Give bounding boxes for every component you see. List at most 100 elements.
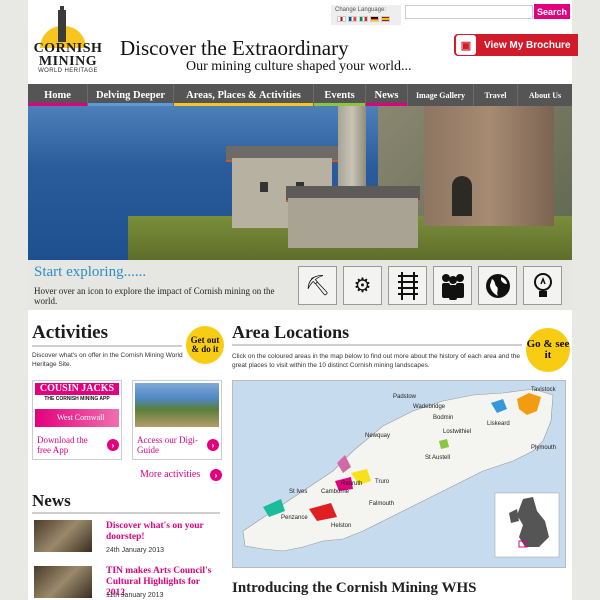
area-locations-heading: Area Locations xyxy=(232,322,350,342)
news-date: 24th January 2013 xyxy=(106,547,164,554)
map-label: Plymouth xyxy=(531,445,556,451)
railway-track-icon[interactable] xyxy=(388,266,427,305)
brochure-label: View My Brochure xyxy=(484,39,571,51)
hero-ruin-arch xyxy=(452,176,472,216)
flag-es-icon[interactable] xyxy=(381,16,390,22)
nav-about-us[interactable]: About Us xyxy=(518,84,572,106)
flag-en-icon[interactable] xyxy=(337,16,346,22)
map-label: Penzance xyxy=(281,515,308,521)
map-label: Truro xyxy=(375,479,390,485)
nav-home-label: Home xyxy=(44,89,71,101)
people-icon[interactable] xyxy=(433,266,472,305)
map-label: St Ives xyxy=(289,489,307,495)
map-label: Helston xyxy=(331,523,351,529)
chevron-right-icon[interactable]: › xyxy=(107,439,119,451)
app-card-image: COUSIN JACKS THE CORNISH MINING APP West… xyxy=(35,383,119,427)
map-label: Wadebridge xyxy=(413,404,446,410)
hero-ruin xyxy=(424,106,554,226)
nav-areas[interactable]: Areas, Places & Activities xyxy=(174,84,314,106)
more-activities-link[interactable]: More activities xyxy=(140,469,200,480)
search-input[interactable] xyxy=(405,5,533,19)
chevron-right-icon[interactable]: › xyxy=(210,469,222,481)
map-label: Lostwithiel xyxy=(443,429,471,435)
intro-heading: Introducing the Cornish Mining WHS xyxy=(232,580,477,596)
logo-subtext: WORLD HERITAGE xyxy=(38,68,98,74)
brochure-icon: ▣ xyxy=(456,35,476,55)
lightbulb-icon[interactable] xyxy=(523,266,562,305)
chevron-right-icon[interactable]: › xyxy=(207,439,219,451)
app-title: COUSIN JACKS xyxy=(35,383,119,395)
nav-home[interactable]: Home xyxy=(28,84,88,106)
nav-events-label: Events xyxy=(324,89,355,101)
news-date: 11th January 2013 xyxy=(106,592,164,599)
nav-news[interactable]: News xyxy=(366,84,408,106)
hero-window xyxy=(260,182,268,192)
area-rule xyxy=(232,344,522,346)
hero-house xyxy=(288,198,418,248)
pickaxe-icon[interactable]: ⛏ xyxy=(298,266,337,305)
map-label: Redruth xyxy=(341,481,362,487)
nav-gallery-label: Image Gallery xyxy=(415,90,466,100)
nav-news-label: News xyxy=(374,89,399,101)
news-rule xyxy=(32,512,220,514)
flag-it-icon[interactable] xyxy=(359,16,368,22)
activities-rule xyxy=(32,345,182,347)
map-label: Camborne xyxy=(321,489,350,495)
page: CORNISH MINING WORLD HERITAGE Change Lang… xyxy=(0,0,600,600)
content-wrapper: CORNISH MINING WORLD HERITAGE Change Lang… xyxy=(28,0,578,600)
nav-delving-label: Delving Deeper xyxy=(95,89,166,101)
explore-icons: ⛏ ⚙ xyxy=(298,266,562,305)
language-switcher: Change Language: xyxy=(331,5,401,25)
logo-line2: MINING xyxy=(38,54,98,69)
logo-text: CORNISH MINING xyxy=(32,42,104,69)
map-label: St Austell xyxy=(425,455,450,461)
app-card-caption: Download the free App xyxy=(37,435,88,455)
nav-about-label: About Us xyxy=(528,90,562,100)
flag-fr-icon[interactable] xyxy=(348,16,357,22)
map-label: Liskeard xyxy=(487,421,510,427)
flag-de-icon[interactable] xyxy=(370,16,379,22)
news-title[interactable]: Discover what's on your doorstep! xyxy=(106,521,216,543)
activities-text: Discover what's on offer in the Cornish … xyxy=(32,352,183,368)
map-label: Tavistock xyxy=(531,387,557,393)
gears-icon[interactable]: ⚙ xyxy=(343,266,382,305)
change-language-label: Change Language: xyxy=(335,7,387,13)
digi-guide-card[interactable]: Access our Digi-Guide › xyxy=(132,380,222,460)
subtagline: Our mining culture shaped your world... xyxy=(186,59,412,74)
explore-text: Hover over an icon to explore the impact… xyxy=(34,286,275,306)
area-map[interactable]: Tavistock Padstow Wadebridge Bodmin Lisk… xyxy=(232,380,566,568)
news-image[interactable] xyxy=(34,566,92,598)
hero-chimney xyxy=(338,106,366,186)
map-label: Bodmin xyxy=(433,415,453,421)
main-nav: Home Delving Deeper Areas, Places & Acti… xyxy=(28,84,572,106)
map-label: Falmouth xyxy=(369,501,394,507)
app-subtitle: THE CORNISH MINING APP xyxy=(44,396,110,402)
nav-events[interactable]: Events xyxy=(314,84,366,106)
hero-image xyxy=(28,106,572,260)
explore-strip: Start exploring...... Hover over an icon… xyxy=(28,260,572,310)
nav-delving-deeper[interactable]: Delving Deeper xyxy=(88,84,174,106)
map-label: Padstow xyxy=(393,394,417,400)
map-label: Newquay xyxy=(365,433,390,439)
news-heading: News xyxy=(32,491,71,510)
digi-guide-caption: Access our Digi-Guide xyxy=(137,435,198,455)
app-card[interactable]: COUSIN JACKS THE CORNISH MINING APP West… xyxy=(32,380,122,460)
globe-icon[interactable] xyxy=(478,266,517,305)
view-brochure-button[interactable]: ▣ View My Brochure xyxy=(454,34,578,56)
news-image[interactable] xyxy=(34,520,92,552)
cornwall-map: Tavistock Padstow Wadebridge Bodmin Lisk… xyxy=(242,387,560,558)
digi-guide-image xyxy=(135,383,219,427)
explore-title: Start exploring...... xyxy=(34,264,147,280)
tagline: Discover the Extraordinary xyxy=(120,36,349,60)
app-place: West Cornwall xyxy=(35,409,119,427)
engine-house-icon xyxy=(58,6,66,42)
nav-travel[interactable]: Travel xyxy=(474,84,518,106)
nav-travel-label: Travel xyxy=(484,90,507,100)
area-text: Click on the coloured areas in the map b… xyxy=(232,353,520,369)
search-button[interactable]: Search xyxy=(534,4,570,19)
activities-heading: Activities xyxy=(32,322,108,343)
cornish-mining-logo[interactable]: CORNISH MINING WORLD HERITAGE xyxy=(32,4,104,76)
nav-areas-label: Areas, Places & Activities xyxy=(186,89,301,101)
nav-image-gallery[interactable]: Image Gallery xyxy=(408,84,474,106)
go-see-it-badge[interactable]: Go & see it xyxy=(526,328,570,372)
